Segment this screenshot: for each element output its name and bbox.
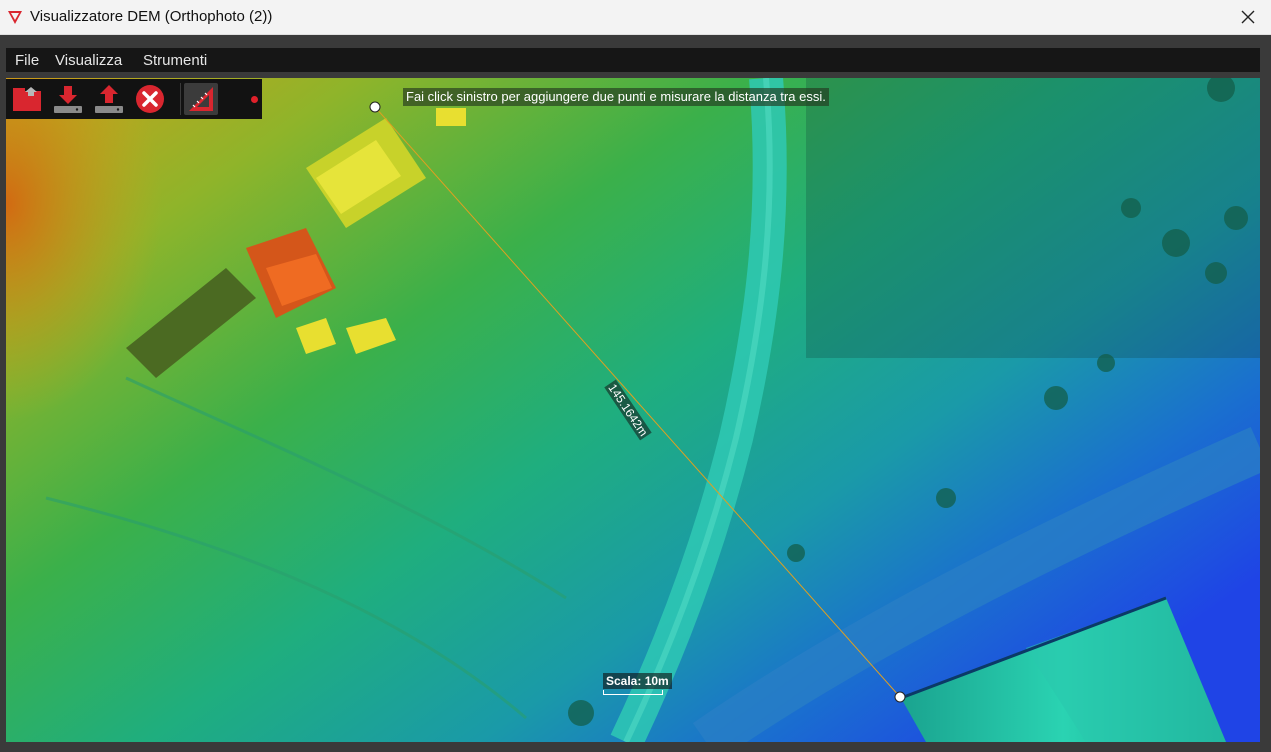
menu-strumenti[interactable]: Strumenti [143,52,207,69]
menu-visualizza[interactable]: Visualizza [55,52,122,69]
close-icon [1241,10,1255,24]
scale-bar [603,690,663,695]
instruction-tooltip: Fai click sinistro per aggiungere due pu… [403,88,829,106]
dem-viewport[interactable]: Fai click sinistro per aggiungere due pu… [6,78,1260,742]
status-indicator [251,96,258,103]
measure-tool-button[interactable] [184,83,218,115]
scale-indicator: Scala: 10m [603,673,672,695]
upload-button[interactable] [92,83,126,115]
download-button[interactable] [51,83,85,115]
menu-bar: File Visualizza Strumenti [6,48,1260,72]
window-title: Visualizzatore DEM (Orthophoto (2)) [30,8,273,25]
upload-icon [95,85,123,113]
menu-file[interactable]: File [15,52,39,69]
measure-ruler-icon [189,87,213,111]
download-icon [54,86,82,113]
scale-label: Scala: 10m [603,673,672,689]
measure-point-end[interactable] [894,691,906,703]
delete-icon [136,85,164,113]
app-logo-icon [8,11,22,24]
delete-button[interactable] [133,83,167,115]
terrain-shadow [806,78,1260,358]
measure-point-start[interactable] [369,101,381,113]
title-bar: Visualizzatore DEM (Orthophoto (2)) [0,0,1271,35]
close-window-button[interactable] [1225,0,1271,34]
open-button[interactable] [10,83,44,115]
toolbar [6,79,262,119]
open-folder-icon [13,87,41,111]
toolbar-separator [180,83,181,115]
